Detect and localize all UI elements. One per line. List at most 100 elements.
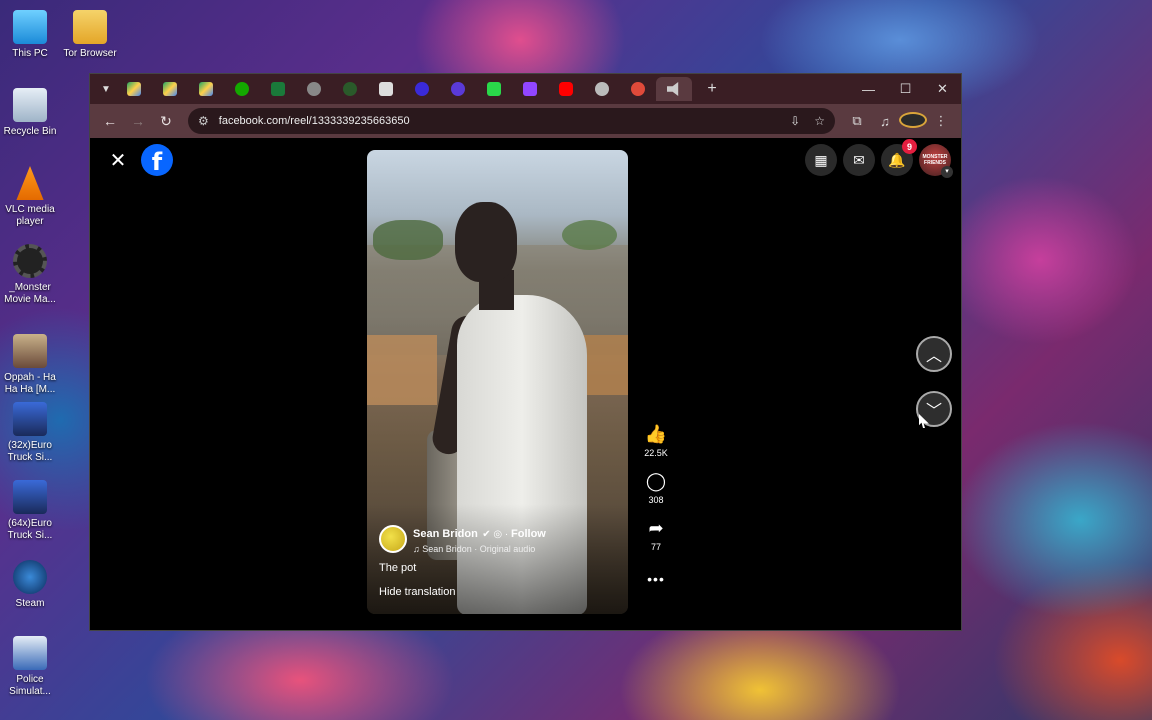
extensions-icon[interactable]: ⧉	[843, 113, 871, 129]
notifications-button[interactable]: 🔔 9	[881, 139, 917, 176]
youtube-icon	[559, 82, 573, 96]
tab[interactable]	[116, 77, 152, 101]
author-name[interactable]: Sean Bridon	[413, 528, 478, 540]
gear-icon	[595, 82, 609, 96]
media-controls-icon[interactable]: ♫	[871, 114, 899, 129]
purple-site-icon	[415, 82, 429, 96]
twitch-icon	[523, 82, 537, 96]
desktop-icon-police-simulator[interactable]: Police Simulat...	[0, 636, 60, 698]
desktop-icon-recycle-bin[interactable]: Recycle Bin	[0, 88, 60, 138]
author-avatar[interactable]	[379, 525, 407, 553]
tab[interactable]	[620, 77, 656, 101]
tab-strip: ▼ + — ☐ ✕	[90, 74, 961, 104]
gear-icon	[13, 244, 47, 278]
forward-button[interactable]: →	[124, 107, 152, 135]
close-window-button[interactable]: ✕	[924, 74, 961, 104]
video-scene-head	[455, 202, 517, 282]
maximize-button[interactable]: ☐	[887, 74, 924, 104]
desktop-icon-label: VLC media player	[5, 204, 55, 227]
k-icon	[487, 82, 501, 96]
thumbs-up-icon: 👍	[644, 424, 668, 444]
verified-icon: ✔ ◎ ·	[482, 529, 512, 540]
address-url[interactable]: facebook.com/reel/1333339235663650	[219, 115, 776, 127]
reel-author: Sean Bridon ✔ ◎ · Follow ♫ Sean Bridon ·…	[379, 524, 546, 554]
chevron-down-icon: ﹀	[925, 403, 942, 420]
recycle-bin-icon	[13, 88, 47, 122]
desktop-icon-label: Steam	[15, 598, 45, 609]
menu-kebab-icon[interactable]: ⋮	[927, 113, 955, 129]
facebook-logo[interactable]: f	[141, 144, 173, 176]
desktop-icon-tor-browser[interactable]: Tor Browser	[60, 10, 120, 60]
desktop-icon-label: Recycle Bin	[3, 126, 57, 137]
drive-icon	[163, 82, 177, 96]
address-bar[interactable]: ⚙ facebook.com/reel/1333339235663650 ⇩ ☆	[188, 108, 835, 134]
desktop-icon-label: Oppah - Ha Ha Ha [M...	[4, 372, 56, 395]
more-options-button[interactable]: •••	[647, 571, 665, 587]
desktop-icon-vlc[interactable]: VLC media player	[0, 166, 60, 228]
video-scene-palm	[562, 220, 617, 250]
tab[interactable]	[152, 77, 188, 101]
reel-video[interactable]: Sean Bridon ✔ ◎ · Follow ♫ Sean Bridon ·…	[367, 150, 628, 614]
previous-reel-button[interactable]: ︿	[916, 336, 952, 372]
tab[interactable]	[548, 77, 584, 101]
media-file-icon	[13, 334, 47, 368]
steam-icon	[13, 560, 47, 594]
close-reel-button[interactable]: ✕	[106, 148, 130, 172]
tab[interactable]	[512, 77, 548, 101]
facebook-logo-letter: f	[151, 148, 163, 176]
tab[interactable]	[368, 77, 404, 101]
share-count: 77	[650, 542, 661, 552]
menu-grid-button[interactable]: ▦	[805, 144, 837, 176]
tab[interactable]	[296, 77, 332, 101]
tab[interactable]	[440, 77, 476, 101]
desktop-icon-label: _Monster Movie Ma...	[4, 282, 56, 305]
comment-bubble-icon: ◯	[645, 471, 667, 491]
tab[interactable]	[476, 77, 512, 101]
tab[interactable]	[260, 77, 296, 101]
desktop-icon-oppah[interactable]: Oppah - Ha Ha Ha [M...	[0, 334, 60, 396]
like-count: 22.5K	[644, 448, 668, 458]
desktop-icon-this-pc[interactable]: This PC	[0, 10, 60, 60]
audio-link[interactable]: ♫ Sean Bridon · Original audio	[413, 544, 546, 554]
tab[interactable]	[584, 77, 620, 101]
messenger-button[interactable]: ✉	[843, 144, 875, 176]
comment-action[interactable]: ◯ 308	[646, 471, 666, 505]
messenger-icon: ✉	[853, 151, 865, 168]
install-app-icon[interactable]: ⇩	[790, 114, 800, 128]
desktop-icon-euro-truck-64[interactable]: (64x)Euro Truck Si...	[0, 480, 60, 542]
profile-avatar[interactable]	[899, 111, 927, 131]
tab[interactable]	[332, 77, 368, 101]
desktop-icon-steam[interactable]: Steam	[0, 560, 60, 610]
tab[interactable]	[404, 77, 440, 101]
image-icon	[379, 82, 393, 96]
desktop-icon-euro-truck-32[interactable]: (32x)Euro Truck Si...	[0, 402, 60, 464]
share-action[interactable]: ➦ 77	[648, 518, 663, 552]
reload-button[interactable]: ↻	[152, 107, 180, 135]
tab[interactable]	[224, 77, 260, 101]
tab-active[interactable]	[656, 77, 692, 101]
monitor-icon	[13, 10, 47, 44]
follow-button[interactable]: Follow	[511, 528, 546, 540]
like-action[interactable]: 👍 22.5K	[644, 424, 668, 458]
search-icon	[631, 82, 645, 96]
desktop-icon-label: (32x)Euro Truck Si...	[7, 440, 53, 463]
site-info-icon[interactable]: ⚙	[198, 114, 209, 128]
back-button[interactable]: ←	[96, 107, 124, 135]
minimize-button[interactable]: —	[850, 74, 887, 104]
hide-translation-link[interactable]: Hide translation	[379, 586, 455, 598]
st-icon	[271, 82, 285, 96]
tab[interactable]	[188, 77, 224, 101]
new-tab-button[interactable]: +	[702, 80, 722, 98]
tab-search-chevron-down-icon[interactable]: ▼	[96, 79, 116, 99]
browser-toolbar: ← → ↻ ⚙ facebook.com/reel/13333392356636…	[90, 104, 961, 138]
bell-icon: 🔔	[888, 151, 906, 168]
folder-icon	[73, 10, 107, 44]
green-site-icon	[343, 82, 357, 96]
desktop-icon-monster-movie[interactable]: _Monster Movie Ma...	[0, 244, 60, 306]
truck-game-icon	[13, 402, 47, 436]
bookmark-star-icon[interactable]: ☆	[814, 114, 825, 128]
speaker-icon	[667, 82, 679, 96]
share-arrow-icon: ➦	[648, 518, 664, 538]
drive-icon	[127, 82, 141, 96]
account-avatar[interactable]: MONSTER FRIENDS ▾	[919, 144, 953, 178]
